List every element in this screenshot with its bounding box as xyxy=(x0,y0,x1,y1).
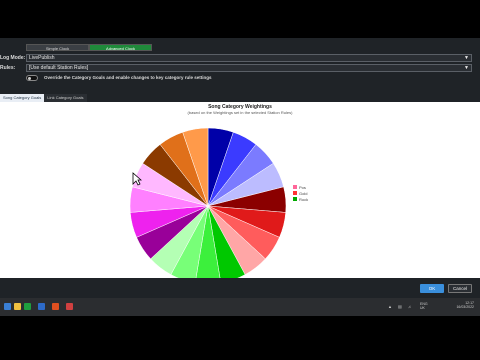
legend-swatch xyxy=(293,191,297,195)
folder-icon[interactable] xyxy=(14,303,21,310)
log-mode-label: Log Mode: xyxy=(0,55,26,61)
cancel-button[interactable]: Cancel xyxy=(448,284,472,293)
clock-mode-switch[interactable]: Simple Clock Advanced Clock xyxy=(26,44,152,51)
taskbar: ▲ ▤ ♫ ENG UK 12:17 16/03/2022 xyxy=(0,298,480,316)
app-icon[interactable] xyxy=(4,303,11,310)
excel-icon[interactable] xyxy=(24,303,31,310)
override-label: Override the Category Goals and enable c… xyxy=(44,75,212,80)
override-toggle[interactable] xyxy=(26,75,38,81)
region-code: UK xyxy=(420,306,425,310)
pie-chart xyxy=(129,127,287,278)
ok-button[interactable]: OK xyxy=(420,284,444,293)
rules-value: [Use default Station Rules] xyxy=(29,65,89,71)
category-tabs: Song Category Goals Link Category Goals xyxy=(0,94,87,102)
network-icon[interactable]: ▤ xyxy=(398,304,402,309)
log-mode-row: Log Mode: LivePublish ▼ xyxy=(0,54,480,63)
mouse-cursor-icon xyxy=(132,172,142,186)
clock-date: 16/03/2022 xyxy=(456,305,474,309)
language-indicator[interactable]: ENG UK xyxy=(420,302,428,310)
legend-label: Gold xyxy=(299,190,308,196)
legend-label: Pos xyxy=(299,184,306,190)
chart-legend: Pos Gold Rock xyxy=(293,184,308,202)
app-icon-red[interactable] xyxy=(66,303,73,310)
rules-label: Rules: xyxy=(0,65,16,71)
word-icon[interactable] xyxy=(38,303,45,310)
legend-label: Rock xyxy=(299,196,309,202)
legend-swatch xyxy=(293,185,297,189)
log-mode-dropdown[interactable]: LivePublish ▼ xyxy=(26,54,472,62)
tab-link-category-goals[interactable]: Link Category Goals xyxy=(44,94,87,102)
volume-icon[interactable]: ♫ xyxy=(408,304,411,309)
legend-swatch xyxy=(293,197,297,201)
advanced-clock-option[interactable]: Advanced Clock xyxy=(89,44,152,51)
tab-song-category-goals[interactable]: Song Category Goals xyxy=(0,94,45,102)
chevron-down-icon: ▼ xyxy=(464,65,469,71)
clock[interactable]: 12:17 16/03/2022 xyxy=(456,301,474,309)
rules-editor-window: Simple Clock Advanced Clock Log Mode: Li… xyxy=(0,38,480,298)
rules-row: Rules: [Use default Station Rules] ▼ xyxy=(0,64,480,73)
legend-item: Rock xyxy=(293,196,308,202)
simple-clock-option[interactable]: Simple Clock xyxy=(26,44,89,51)
rules-dropdown[interactable]: [Use default Station Rules] ▼ xyxy=(26,64,472,72)
chevron-up-icon[interactable]: ▲ xyxy=(388,304,392,309)
log-mode-value: LivePublish xyxy=(29,55,55,61)
chevron-down-icon: ▼ xyxy=(464,55,469,61)
chart-panel: Song Category Weightings (based on the W… xyxy=(0,102,480,278)
powerpoint-icon[interactable] xyxy=(52,303,59,310)
